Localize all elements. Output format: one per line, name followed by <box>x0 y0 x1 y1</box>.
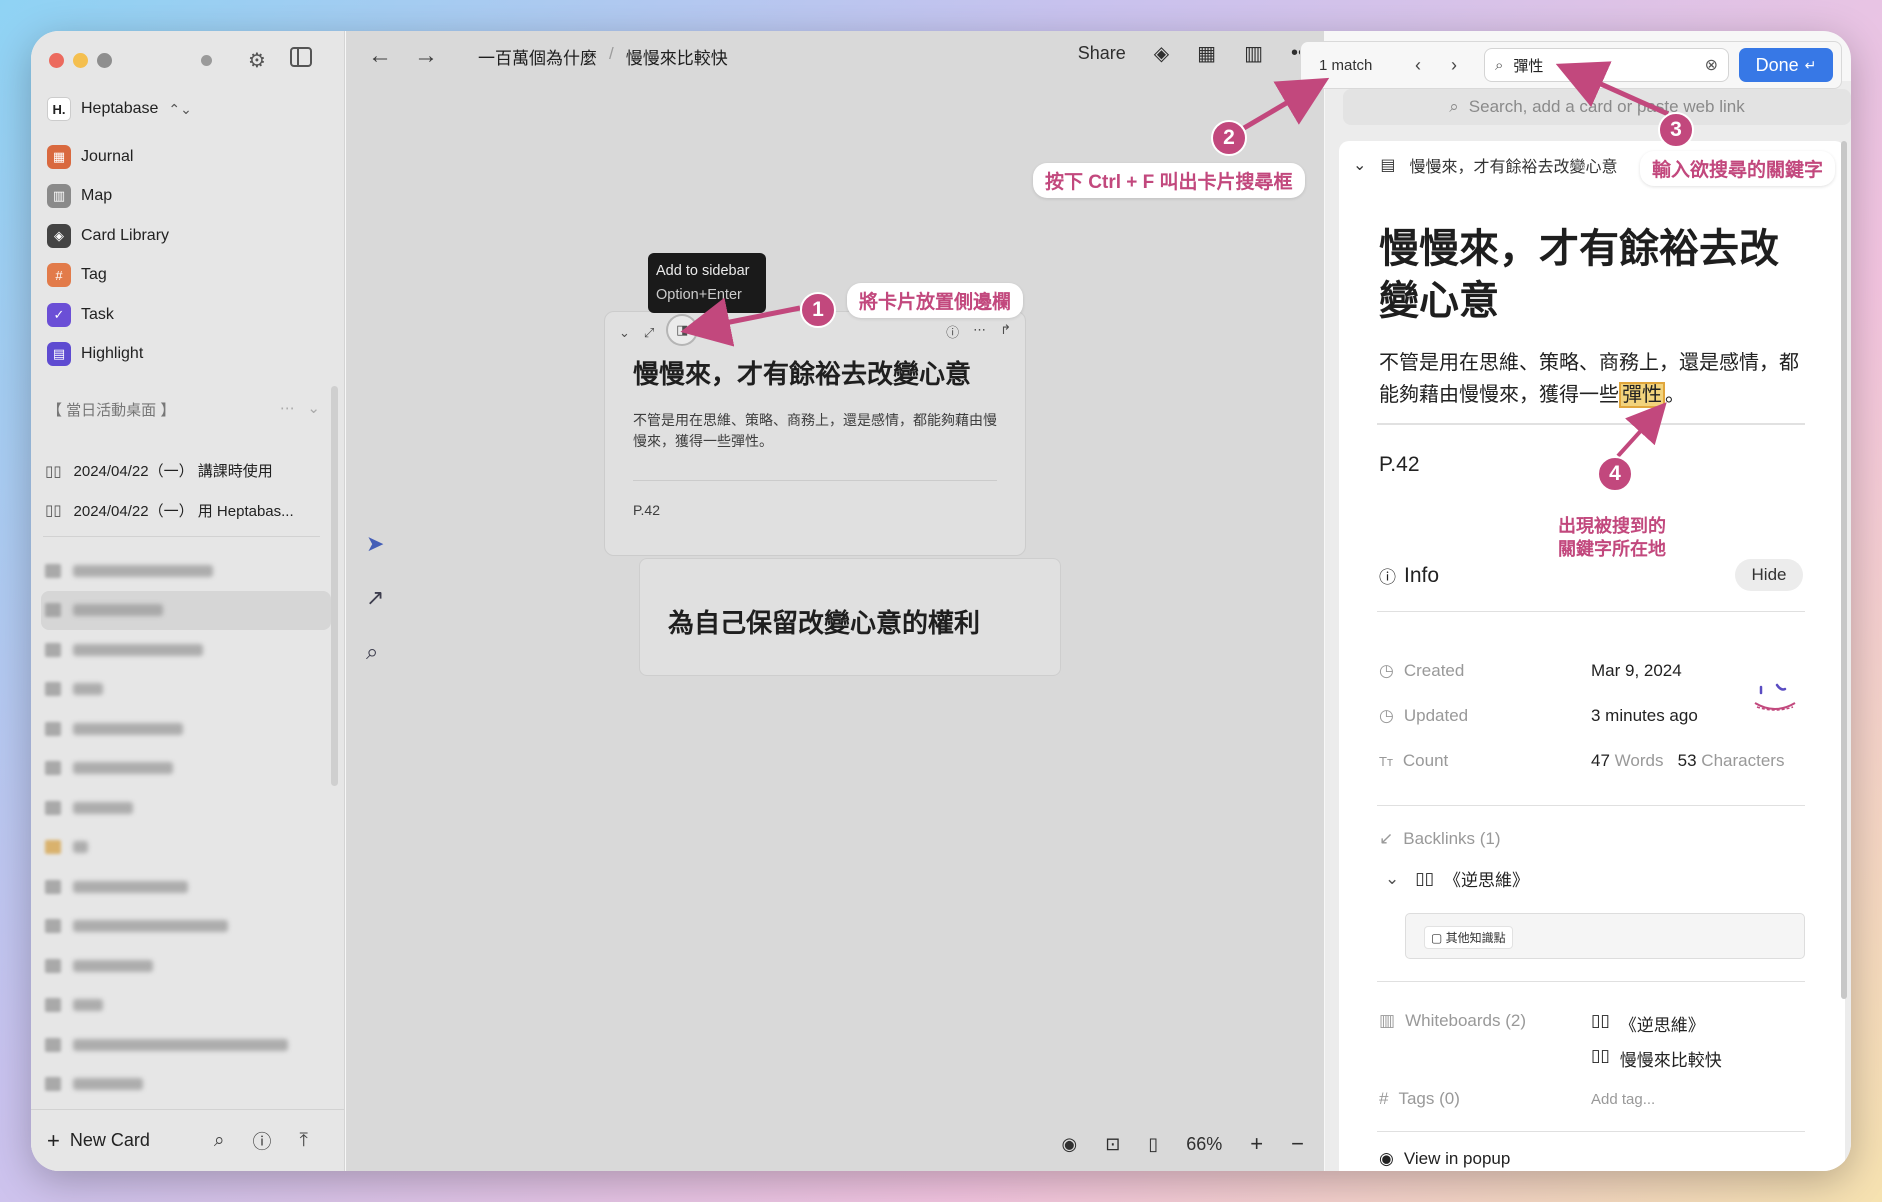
annotation-badge-1: 1 <box>800 292 836 328</box>
annotation-badge-4: 4 <box>1597 456 1633 492</box>
annotation-label-1: 將卡片放置側邊欄 <box>847 283 1024 318</box>
annotation-badge-2: 2 <box>1211 120 1247 156</box>
annotation-label-4: 出現被搜到的 關鍵字所在地 <box>1550 513 1674 563</box>
arrow-3 <box>1555 61 1670 117</box>
annotation-badge-3: 3 <box>1658 112 1694 148</box>
annotation-label-2: 按下 Ctrl + F 叫出卡片搜尋框 <box>1033 163 1305 198</box>
annotation-arrows <box>680 61 1670 458</box>
arrow-2 <box>1242 77 1330 131</box>
annotation-label-3: 輸入欲搜尋的關鍵字 <box>1640 151 1836 186</box>
arrow-1 <box>680 297 801 347</box>
arrow-4 <box>1616 402 1667 458</box>
